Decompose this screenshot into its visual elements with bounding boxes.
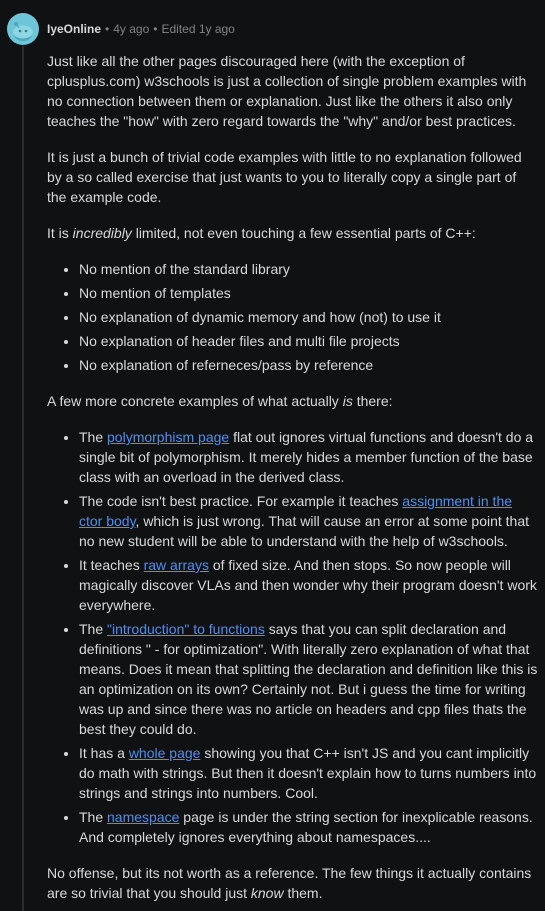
paragraph-5: No offense, but its not worth as a refer…	[47, 863, 539, 903]
text-span: The	[79, 429, 108, 445]
separator-dot: •	[105, 22, 110, 36]
paragraph-1: Just like all the other pages discourage…	[47, 53, 527, 129]
comment-time[interactable]: 4y ago	[113, 19, 149, 39]
list-item: No explanation of referneces/pass by ref…	[79, 355, 539, 375]
thread-line[interactable]	[22, 46, 24, 911]
avatar[interactable]	[7, 13, 39, 45]
text-span: It teaches	[79, 557, 144, 573]
examples-list: The polymorphism page flat out ignores v…	[47, 427, 539, 847]
list-item: No mention of templates	[79, 283, 539, 303]
emphasis-text: is	[342, 393, 353, 409]
comment-header: IyeOnline • 4y ago • Edited 1y ago	[7, 13, 235, 45]
list-item: The namespace page is under the string s…	[79, 807, 539, 847]
text-span: The	[79, 621, 108, 637]
text-span: It has a	[79, 745, 129, 761]
snoo-icon	[13, 22, 33, 41]
functions-link[interactable]: "introduction" to functions	[107, 621, 265, 637]
text-span: It is	[47, 225, 73, 241]
comment-body: Just like all the other pages discourage…	[47, 51, 539, 911]
paragraph-4: A few more concrete examples of what act…	[47, 391, 539, 411]
edited-time: Edited 1y ago	[161, 22, 235, 36]
emphasis-text: incredibly	[72, 225, 132, 241]
paragraph-3: It is incredibly limited, not even touch…	[47, 223, 539, 243]
list-item: No explanation of dynamic memory and how…	[79, 307, 539, 327]
polymorphism-link[interactable]: polymorphism page	[107, 429, 229, 445]
emphasis-text: know	[250, 885, 284, 901]
text-span: them.	[283, 885, 323, 901]
text-span: there:	[352, 393, 393, 409]
whole-page-link[interactable]: whole page	[129, 745, 201, 761]
list-item: No mention of the standard library	[79, 259, 539, 279]
text-span: A few more concrete examples of what act…	[47, 393, 343, 409]
list-item: The "introduction" to functions says tha…	[79, 619, 539, 739]
list-item: It has a whole page showing you that C++…	[79, 743, 539, 803]
namespace-link[interactable]: namespace	[107, 809, 179, 825]
separator-dot: •	[153, 22, 158, 36]
list-item: The polymorphism page flat out ignores v…	[79, 427, 539, 487]
list-item: It teaches raw arrays of fixed size. And…	[79, 555, 539, 615]
list-item: No explanation of header files and multi…	[79, 331, 539, 351]
missing-topics-list: No mention of the standard library No me…	[47, 259, 539, 375]
text-span: , which is just wrong. That will cause a…	[79, 513, 530, 549]
list-item: The code isn't best practice. For exampl…	[79, 491, 539, 551]
text-span: says that you can split declaration and …	[79, 621, 538, 737]
text-span: limited, not even touching a few essenti…	[131, 225, 476, 241]
text-span: The	[79, 809, 108, 825]
username[interactable]: IyeOnline	[47, 19, 101, 39]
raw-arrays-link[interactable]: raw arrays	[144, 557, 209, 573]
paragraph-2: It is just a bunch of trivial code examp…	[47, 149, 522, 205]
text-span: The code isn't best practice. For exampl…	[79, 493, 403, 509]
